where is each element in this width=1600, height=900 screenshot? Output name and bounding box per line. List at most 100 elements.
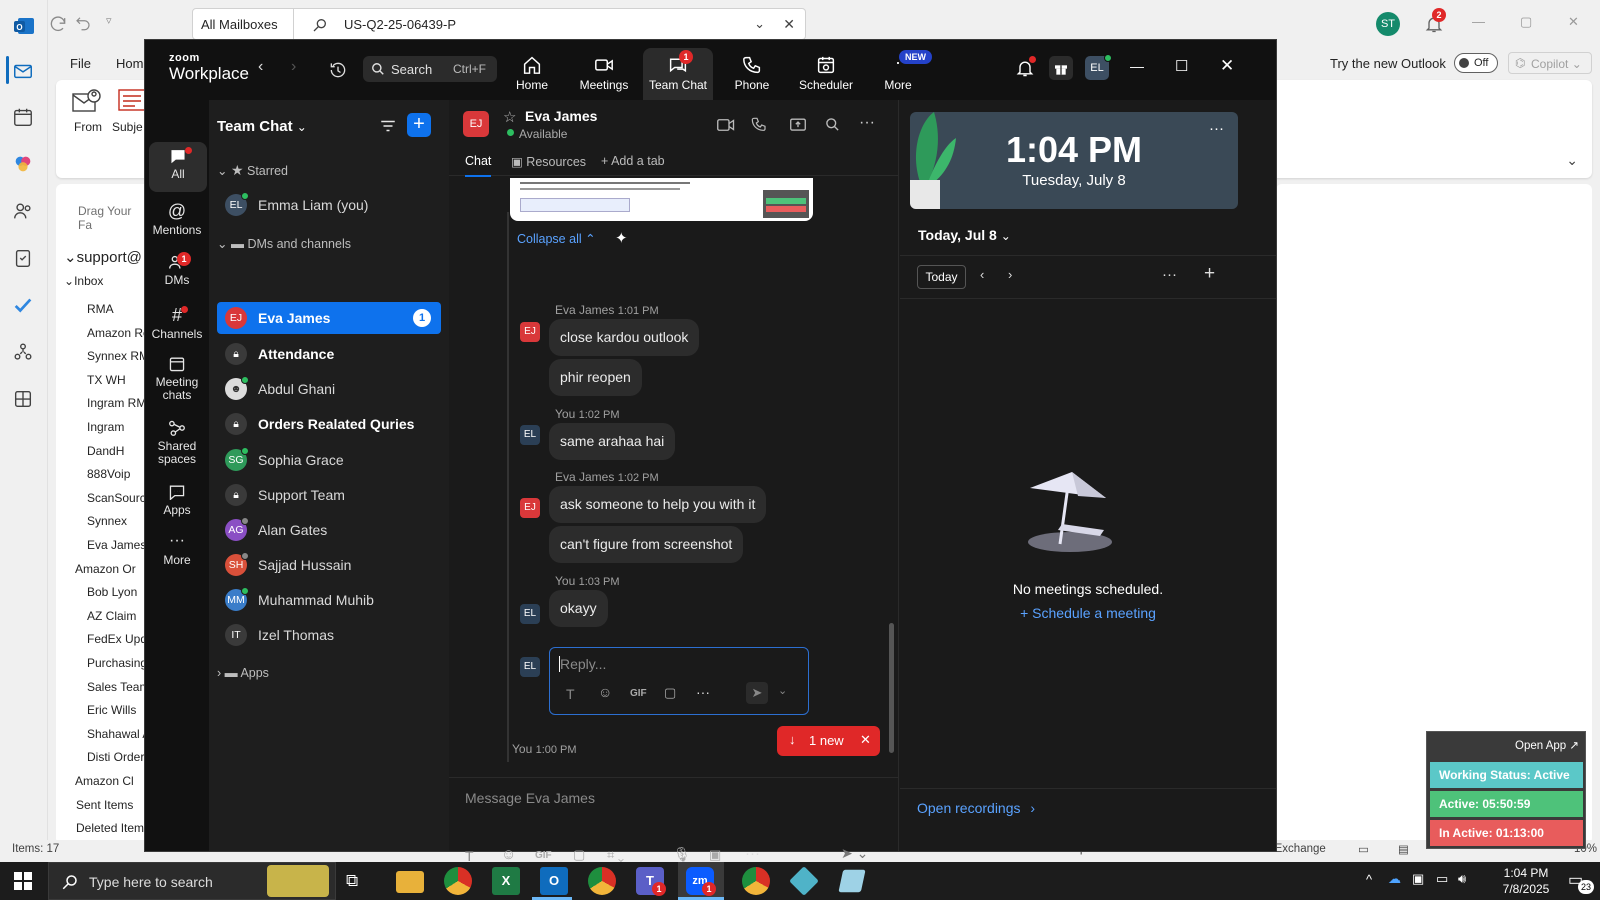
tab-resources[interactable]: ▣ Resources <box>511 154 586 169</box>
contact-name[interactable]: Eva James <box>525 108 597 124</box>
taskbar-clock[interactable]: 1:04 PM 7/8/2025 <box>1490 865 1562 897</box>
calendar-more-icon[interactable]: ··· <box>1162 266 1177 283</box>
outlook-folder[interactable]: Shahawal A <box>87 727 146 741</box>
chat-scrollbar[interactable] <box>889 178 895 772</box>
outlook-folder[interactable]: Purchasing <box>87 656 146 670</box>
quick-access-icon[interactable]: ▿ <box>106 14 112 27</box>
outlook-folder[interactable]: DandH <box>87 444 124 458</box>
zoom-search-box[interactable]: Search Ctrl+F <box>363 56 497 82</box>
chat-item-eva-james[interactable]: EJ Eva James 1 <box>217 302 441 334</box>
composer-screenshot-icon[interactable]: ⌗ ⌄ <box>607 847 624 863</box>
volume-icon[interactable]: 🔊︎ <box>1458 871 1466 887</box>
chrome-icon[interactable] <box>444 867 472 895</box>
schedule-meeting-link[interactable]: + Schedule a meeting <box>900 605 1276 621</box>
chrome-profile-icon[interactable] <box>588 867 616 895</box>
chat-item-abdul-ghani[interactable]: ☻ Abdul Ghani <box>217 373 441 405</box>
outlook-folder[interactable]: Amazon Re <box>87 326 146 340</box>
send-options-icon[interactable]: ⌄ <box>778 684 787 697</box>
starred-item[interactable]: EL Emma Liam (you) <box>217 189 441 221</box>
zoom-maximize-icon[interactable]: ☐ <box>1175 57 1188 75</box>
outlook-folder[interactable]: Synnex <box>87 514 127 528</box>
history-icon[interactable] <box>328 60 348 80</box>
chat-item-alan-gates[interactable]: AG Alan Gates <box>217 514 441 546</box>
outlook-folder[interactable]: 888Voip <box>87 467 130 481</box>
normal-view-icon[interactable]: ▭ <box>1358 842 1369 856</box>
composer-gif-icon[interactable]: GIF <box>535 850 552 861</box>
message-bubble[interactable]: okayy <box>549 590 608 627</box>
next-day-icon[interactable]: › <box>1008 267 1012 282</box>
ai-sparkle-icon[interactable]: ✦ <box>615 229 628 247</box>
file-icon[interactable]: ▢ <box>664 685 676 701</box>
security-icon[interactable]: ▣ <box>1412 871 1424 887</box>
apps-grid-icon[interactable] <box>12 388 36 412</box>
nav-phone[interactable]: Phone <box>717 48 787 100</box>
apps-section[interactable]: › ▬ Apps <box>217 665 269 680</box>
composer-send-icon[interactable]: ➤ ⌄ <box>841 845 868 862</box>
chrome-second-icon[interactable] <box>742 867 770 895</box>
outlook-folder[interactable]: Amazon Or <box>75 562 136 576</box>
composer-more-icon[interactable]: ··· <box>745 845 760 862</box>
sidebar-all[interactable]: All <box>149 142 207 192</box>
groups-icon[interactable] <box>12 341 36 365</box>
tray-overflow-icon[interactable]: ^ <box>1366 872 1372 887</box>
tab-add[interactable]: + Add a tab <box>601 154 665 168</box>
ribbon-expand-icon[interactable]: ⌄ <box>1566 152 1578 169</box>
tab-home[interactable]: Hom <box>116 56 143 71</box>
new-messages-pill[interactable]: ↓ 1 new ✕ <box>777 726 880 756</box>
reply-input[interactable]: Reply... <box>560 656 606 672</box>
outlook-folder[interactable]: Eva James <box>87 538 146 552</box>
chat-item-izel-thomas[interactable]: IT Izel Thomas <box>217 619 441 651</box>
app-diamond-icon[interactable] <box>789 866 819 896</box>
sidebar-apps[interactable]: Apps <box>145 484 209 517</box>
excel-icon[interactable]: X <box>492 867 520 895</box>
calendar-icon[interactable] <box>12 106 36 130</box>
send-icon[interactable]: ➤ <box>746 682 768 704</box>
zoom-minimize-icon[interactable]: — <box>1130 58 1144 74</box>
message-bubble[interactable]: same arahaa hai <box>549 423 676 460</box>
clear-search-icon[interactable]: ✕ <box>783 16 795 33</box>
filter-from-button[interactable]: From <box>74 120 102 134</box>
message-bubble[interactable]: phir reopen <box>549 359 642 396</box>
outlook-taskbar-icon[interactable]: O <box>540 867 568 895</box>
taskbar-search[interactable]: Type here to search <box>48 862 336 900</box>
chevron-down-icon[interactable]: ⌄ <box>754 16 765 32</box>
outlook-folder[interactable]: Ingram <box>87 420 124 434</box>
clock-more-icon[interactable]: ··· <box>1209 120 1224 137</box>
new-outlook-toggle[interactable]: Off <box>1454 53 1498 73</box>
windows-start-icon[interactable] <box>14 872 32 890</box>
outlook-folder[interactable]: Sales Team <box>87 680 146 694</box>
back-arrow-icon[interactable]: ‹ <box>258 58 263 76</box>
contact-avatar[interactable]: EJ <box>463 111 489 137</box>
outlook-folder[interactable]: TX WH <box>87 373 126 387</box>
composer-input[interactable]: Message Eva James <box>465 790 595 806</box>
zoom-close-icon[interactable]: ✕ <box>1220 56 1234 76</box>
outlook-folder[interactable]: Synnex RM <box>87 349 146 363</box>
dms-channels-section[interactable]: ⌄ ▬ DMs and channels <box>217 236 351 251</box>
minimize-icon[interactable]: — <box>1472 14 1485 29</box>
add-meeting-icon[interactable]: + <box>1204 263 1215 285</box>
tasks-icon[interactable] <box>12 247 36 271</box>
reply-more-icon[interactable]: ··· <box>696 684 710 700</box>
outlook-folder[interactable]: Sent Items <box>76 798 133 812</box>
microphone-icon[interactable]: 🎙︎ <box>673 846 691 863</box>
new-chat-button[interactable]: + <box>407 113 431 137</box>
network-icon[interactable]: ▭ <box>1436 871 1448 887</box>
chat-item-muhammad-muhib[interactable]: MM Muhammad Muhib <box>217 584 441 616</box>
sidebar-dms[interactable]: DMs 1 <box>145 252 209 287</box>
chat-item-attendance[interactable]: 🔒︎ Attendance <box>217 338 441 370</box>
message-bubble[interactable]: close kardou outlook <box>549 319 700 356</box>
reading-view-icon[interactable]: ▤ <box>1398 842 1409 856</box>
todo-icon[interactable] <box>12 294 36 318</box>
outlook-folder[interactable]: Amazon Cl <box>75 774 134 788</box>
outlook-avatar[interactable]: ST <box>1376 12 1400 36</box>
outlook-folder[interactable]: Eric Wills <box>87 703 136 717</box>
copilot-button[interactable]: ⌬ Copilot ⌄ <box>1508 52 1592 74</box>
shared-screenshot-thumbnail[interactable] <box>510 178 813 221</box>
composer-emoji-icon[interactable]: ☺ <box>501 846 516 863</box>
tab-chat[interactable]: Chat <box>465 154 492 177</box>
open-recordings-link[interactable]: Open recordings › <box>917 800 1035 816</box>
nav-team-chat[interactable]: Team Chat 1 <box>643 48 713 100</box>
outlook-folder[interactable]: Deleted Item <box>76 821 144 835</box>
onedrive-icon[interactable]: ☁ <box>1388 871 1401 887</box>
tab-file[interactable]: File <box>70 56 91 71</box>
